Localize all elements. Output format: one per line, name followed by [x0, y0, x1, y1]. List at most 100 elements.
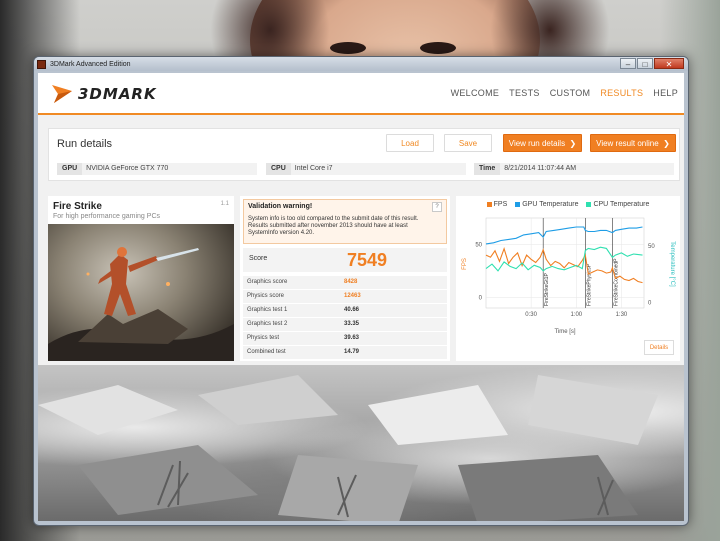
y-axis-left-label: FPS [462, 258, 468, 270]
score-row-combined-test: Combined test 14.79 [243, 346, 447, 359]
nav-custom[interactable]: CUSTOM [550, 88, 591, 98]
gpu-value: NVIDIA GeForce GTX 770 [86, 165, 169, 172]
x-axis-label: Time [s] [554, 329, 575, 335]
score-row-graphics-test-2: Graphics test 2 33.35 [243, 318, 447, 331]
view-run-details-label: View run details [508, 139, 566, 148]
test-name: Fire Strike [53, 201, 102, 212]
plot-area [485, 217, 645, 309]
background-rocks-artwork [38, 365, 684, 521]
warning-text: System info is too old compared to the s… [248, 216, 419, 236]
score-row-label: Physics test [247, 335, 280, 341]
help-button[interactable]: ? [432, 202, 442, 212]
x-tick-label: 1:00 [570, 312, 582, 318]
run-details-panel: Run details Load Save View run details ❯… [48, 128, 680, 181]
y-right-tick-label: 0 [648, 300, 652, 306]
cpu-value: Intel Core i7 [294, 165, 333, 172]
phase-marker-label: FireStrikeCombinedP [613, 258, 619, 306]
time-value: 8/21/2014 11:07:44 AM [504, 165, 577, 172]
phase-marker-label: FireStrikeGt1P [544, 273, 550, 306]
score-row-value: 12463 [344, 293, 361, 299]
chevron-right-icon: ❯ [660, 139, 670, 148]
score-row-label: Graphics test 1 [247, 307, 288, 313]
time-info: Time 8/21/2014 11:07:44 AM [474, 163, 674, 175]
main-nav: WELCOME TESTS CUSTOM RESULTS HELP [451, 88, 678, 98]
score-row-value: 33.35 [344, 321, 360, 327]
warning-title: Validation warning! [248, 203, 313, 210]
minimize-button[interactable]: – [620, 58, 636, 69]
score-value: 7549 [346, 250, 387, 270]
legend-label: GPU Temperature [522, 201, 579, 208]
line-chart: FireStrikeGt1P FireStrikePhysicsP FireStri… [462, 217, 675, 335]
maximize-button[interactable]: □ [637, 58, 653, 69]
score-row-value: 14.79 [344, 349, 360, 355]
legend-fps[interactable]: FPS [486, 201, 508, 208]
view-result-online-button[interactable]: View result online ❯ [590, 134, 676, 152]
load-button[interactable]: Load [386, 134, 434, 152]
legend-swatch-fps [486, 201, 492, 207]
close-button[interactable]: ✕ [654, 58, 684, 69]
legend-cpu-temperature[interactable]: CPU Temperature [586, 201, 649, 208]
legend-gpu-temperature[interactable]: GPU Temperature [515, 201, 579, 208]
score-row-label: Combined test [247, 349, 286, 355]
total-score-row: Score 7549 [243, 248, 447, 272]
score-row-physics-test: Physics test 39.63 [243, 332, 447, 345]
app-header: 3DMARK WELCOME TESTS CUSTOM RESULTS HELP [38, 73, 684, 115]
save-button[interactable]: Save [444, 134, 492, 152]
app-icon [37, 59, 46, 69]
score-row-label: Graphics score [247, 279, 288, 285]
logo: 3DMARK [50, 83, 157, 105]
logo-text: 3DMARK [78, 85, 157, 103]
legend-label: FPS [493, 201, 508, 208]
score-label: Score [249, 255, 268, 262]
view-result-online-label: View result online [596, 139, 659, 148]
monitoring-chart-panel: FPS GPU Temperature CPU Temperature Fire… [456, 196, 680, 361]
run-details-title: Run details [57, 138, 113, 150]
score-row-label: Physics score [247, 293, 285, 299]
view-run-details-button[interactable]: View run details ❯ [503, 134, 582, 152]
nav-help[interactable]: HELP [653, 88, 678, 98]
app-window: 3DMark Advanced Edition – □ ✕ 3DMARK WEL… [33, 56, 689, 526]
test-subtitle: For high performance gaming PCs [53, 213, 160, 220]
results-panel: Validation warning! ? System info is too… [240, 196, 450, 361]
y-right-tick-label: 50 [648, 244, 655, 250]
nav-welcome[interactable]: WELCOME [451, 88, 500, 98]
wallpaper-eye-left [330, 42, 366, 54]
rocks-image [38, 375, 658, 521]
nav-tests[interactable]: TESTS [509, 88, 540, 98]
legend-label: CPU Temperature [593, 201, 650, 208]
legend-swatch-cpu [586, 201, 592, 207]
details-button[interactable]: Details [644, 340, 674, 355]
wallpaper-eye-right [420, 42, 456, 54]
time-label: Time [474, 163, 501, 175]
window-title: 3DMark Advanced Edition [50, 60, 131, 68]
score-row-value: 39.63 [344, 335, 360, 341]
y-left-tick-label: 0 [479, 295, 483, 301]
score-row-graphics-test-1: Graphics test 1 40.66 [243, 304, 447, 317]
nav-results[interactable]: RESULTS [600, 88, 643, 98]
score-row-value: 40.66 [344, 307, 360, 313]
score-row-label: Graphics test 2 [247, 321, 288, 327]
test-version: 1.1 [220, 201, 229, 207]
score-row-physics: Physics score 12463 [243, 290, 447, 303]
validation-warning: Validation warning! ? System info is too… [243, 199, 447, 244]
app-client-area: 3DMARK WELCOME TESTS CUSTOM RESULTS HELP… [38, 73, 684, 521]
fire-giant-image [48, 247, 234, 361]
x-tick-label: 1:30 [616, 312, 628, 318]
chart-legend: FPS GPU Temperature CPU Temperature [456, 201, 680, 208]
window-titlebar[interactable]: 3DMark Advanced Edition – □ ✕ [34, 57, 688, 71]
score-row-graphics: Graphics score 8428 [243, 276, 447, 289]
gpu-label: GPU [57, 163, 83, 175]
x-tick-label: 0:30 [525, 312, 537, 318]
cpu-label: CPU [266, 163, 291, 175]
cpu-info: CPU Intel Core i7 [266, 163, 466, 175]
fire-strike-artwork [48, 224, 234, 361]
test-card: Fire Strike For high performance gaming … [48, 196, 234, 361]
3dmark-logo-icon [52, 85, 72, 103]
window-controls: – □ ✕ [620, 58, 684, 69]
gpu-info: GPU NVIDIA GeForce GTX 770 [57, 163, 257, 175]
chevron-right-icon: ❯ [567, 139, 577, 148]
y-axis-right-label: Temperature [°C] [669, 241, 675, 287]
score-row-value: 8428 [344, 279, 358, 285]
legend-swatch-gpu [515, 201, 521, 207]
y-left-tick-label: 50 [475, 242, 482, 248]
